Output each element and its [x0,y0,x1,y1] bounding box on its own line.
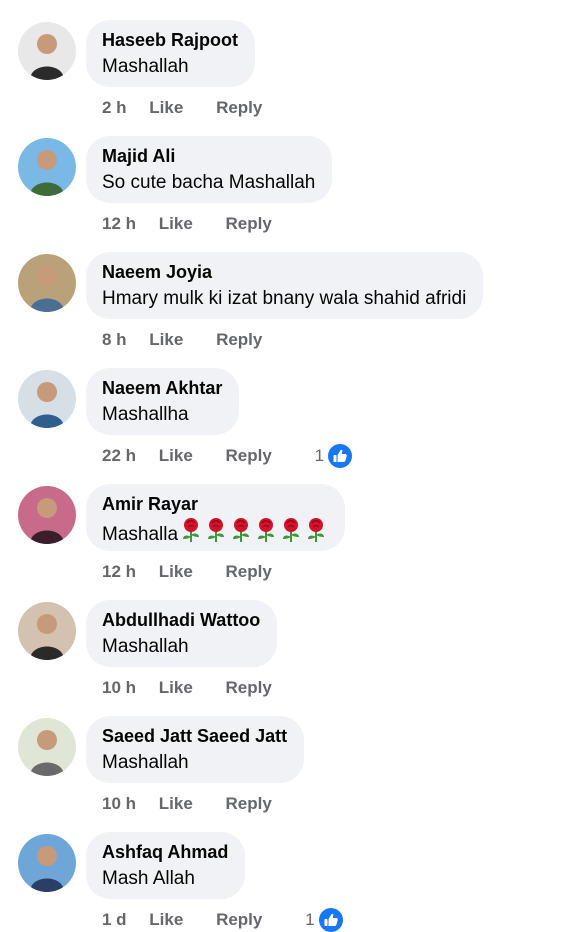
rose-emoji-icon [204,517,228,543]
comment-bubble: Naeem Joyia Hmary mulk ki izat bnany wal… [86,252,484,319]
comment-actions: 1 d Like Reply 1 [102,908,343,932]
comment-text: Mashallah [102,749,287,776]
comment-bubble: Naeem Akhtar Mashallha [86,368,240,435]
avatar[interactable] [18,370,76,428]
comment-author[interactable]: Abdullhadi Wattoo [102,609,260,631]
comment-author[interactable]: Haseeb Rajpoot [102,29,238,51]
comment-text: Mashallha [102,401,222,428]
comment-bubble: Majid Ali So cute bacha Mashallah [86,136,333,203]
comment-actions: 10 h Like Reply [102,676,272,698]
comment-text: Mash Allah [102,865,228,892]
avatar[interactable] [18,22,76,80]
comment-author[interactable]: Naeem Akhtar [102,377,222,399]
comment-text: So cute bacha Mashallah [102,169,315,196]
comment-text-body: So cute bacha Mashallah [102,172,316,193]
comment-text-body: Mash Allah [102,868,195,889]
comment-text-body: Mashalla [102,524,179,545]
comment-list: Haseeb Rajpoot Mashallah 2 h Like Reply … [0,0,570,932]
profile-photo-icon [18,602,76,660]
comment-5: Amir Rayar Mashalla 12 h Like Reply [0,464,570,582]
comment-3: Naeem Joyia Hmary mulk ki izat bnany wal… [0,232,570,350]
comment-bubble: Amir Rayar Mashalla [86,484,346,551]
comment-text-body: Mashallah [102,752,189,773]
reply-button[interactable]: Reply [216,909,262,931]
comment-author[interactable]: Naeem Joyia [102,261,466,283]
comment-1: Haseeb Rajpoot Mashallah 2 h Like Reply [0,0,570,118]
rose-emoji-icon [179,517,203,543]
avatar[interactable] [18,602,76,660]
profile-photo-icon [18,370,76,428]
profile-photo-icon [18,834,76,892]
avatar[interactable] [18,254,76,312]
comment-text: Mashallah [102,53,238,80]
comment-actions: 22 h Like Reply 1 [102,444,353,468]
comment-bubble: Saeed Jatt Saeed Jatt Mashallah [86,716,305,783]
comment-8: Ashfaq Ahmad Mash Allah 1 d Like Reply 1 [0,812,570,932]
avatar[interactable] [18,138,76,196]
like-thumb-icon [318,908,343,932]
comment-author[interactable]: Majid Ali [102,145,315,167]
avatar[interactable] [18,486,76,544]
comment-actions: 8 h Like Reply [102,328,262,350]
comment-text-body: Mashallah [102,636,189,657]
comment-actions: 10 h Like Reply [102,792,272,814]
comment-7: Saeed Jatt Saeed Jatt Mashallah 10 h Lik… [0,696,570,814]
comment-text: Hmary mulk ki izat bnany wala shahid afr… [102,285,466,312]
profile-photo-icon [18,22,76,80]
rose-emoji-icon [229,517,253,543]
comment-actions: 12 h Like Reply [102,212,272,234]
avatar[interactable] [18,718,76,776]
profile-photo-icon [18,138,76,196]
comment-2: Majid Ali So cute bacha Mashallah 12 h L… [0,116,570,234]
comment-timestamp[interactable]: 1 d [102,909,127,931]
rose-emoji-icon [279,517,303,543]
reaction-summary[interactable]: 1 [305,908,343,932]
profile-photo-icon [18,254,76,312]
comment-actions: 12 h Like Reply [102,560,272,582]
avatar[interactable] [18,834,76,892]
comment-text: Mashallah [102,633,260,660]
comment-bubble: Ashfaq Ahmad Mash Allah [86,832,246,899]
comment-author[interactable]: Saeed Jatt Saeed Jatt [102,725,287,747]
comment-actions: 2 h Like Reply [102,96,262,118]
comment-6: Abdullhadi Wattoo Mashallah 10 h Like Re… [0,580,570,698]
comment-bubble: Haseeb Rajpoot Mashallah [86,20,256,87]
profile-photo-icon [18,486,76,544]
comment-text-body: Mashallha [102,404,189,425]
comment-text-body: Mashallah [102,56,189,77]
comment-author[interactable]: Ashfaq Ahmad [102,841,228,863]
profile-photo-icon [18,718,76,776]
comment-4: Naeem Akhtar Mashallha 22 h Like Reply 1 [0,348,570,468]
rose-emoji-icon [254,517,278,543]
comment-bubble: Abdullhadi Wattoo Mashallah [86,600,278,667]
like-button[interactable]: Like [149,909,183,931]
rose-emoji-icon [304,517,328,543]
comment-text-body: Hmary mulk ki izat bnany wala shahid afr… [102,288,467,309]
reaction-count: 1 [305,910,315,929]
comment-text: Mashalla [102,517,328,548]
comment-author[interactable]: Amir Rayar [102,493,328,515]
